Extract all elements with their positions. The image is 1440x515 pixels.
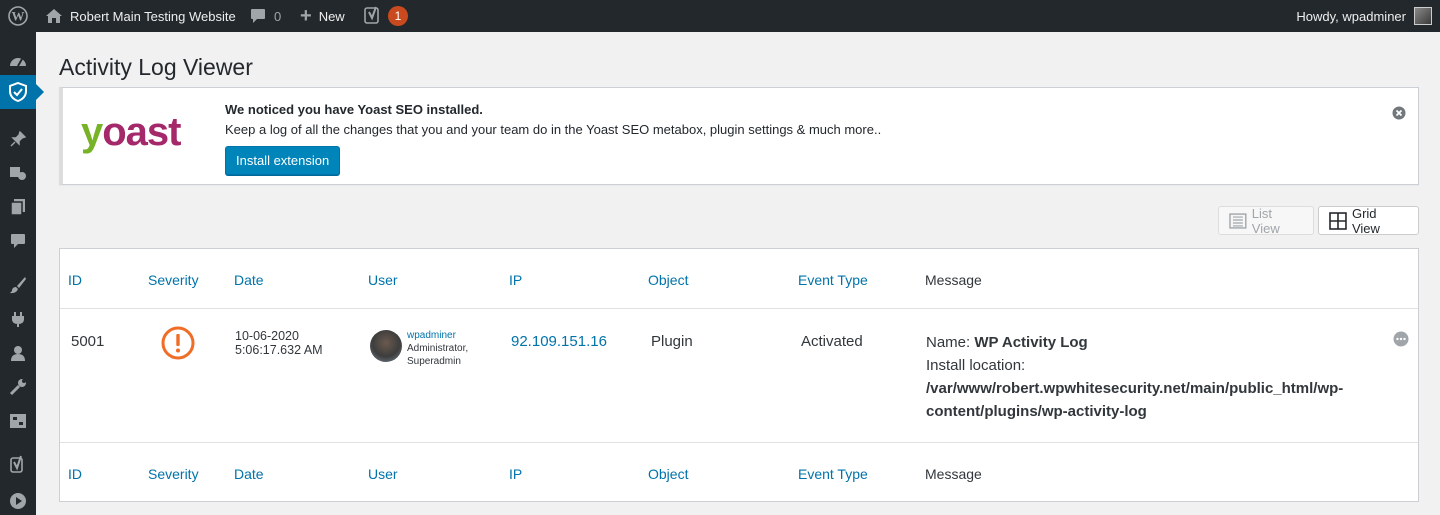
event-object: Plugin [651, 333, 693, 350]
event-id: 5001 [71, 333, 105, 350]
sidebar-item-tools[interactable] [0, 370, 36, 404]
new-content-button[interactable]: + New [300, 0, 345, 32]
sidebar-item-plugins[interactable] [0, 302, 36, 336]
wordpress-icon: W [8, 6, 28, 26]
comments-icon [11, 234, 25, 248]
user-name-link[interactable]: wpadminer [407, 329, 468, 342]
site-name: Robert Main Testing Website [70, 8, 236, 24]
footer-severity[interactable]: Severity [148, 466, 199, 482]
plus-icon: + [300, 5, 312, 27]
footer-ip[interactable]: IP [509, 466, 522, 482]
ip-link[interactable]: 92.109.151.16 [511, 333, 607, 350]
user-icon [11, 346, 25, 361]
sidebar-item-pages[interactable] [0, 190, 36, 224]
footer-object[interactable]: Object [648, 466, 688, 482]
user-role: Administrator, [407, 343, 469, 354]
sidebar-item-dashboard[interactable] [0, 43, 36, 77]
brush-icon [10, 277, 26, 294]
header-severity[interactable]: Severity [148, 272, 199, 288]
message-location-value: /var/www/robert.wpwhitesecurity.net/main… [926, 380, 1344, 420]
yoast-notice: yoast We noticed you have Yoast SEO inst… [59, 87, 1419, 185]
plugin-icon [12, 312, 24, 327]
yoast-icon [10, 455, 23, 473]
event-message: Name: WP Activity Log Install location: … [926, 331, 1376, 423]
table-footer-row: ID Severity Date User IP Object Event Ty… [60, 442, 1418, 502]
date-value: 10-06-2020 [235, 329, 299, 343]
time-value: 5:06:17.632 AM [235, 343, 323, 357]
avatar [370, 330, 402, 362]
shield-icon [9, 82, 27, 102]
comment-icon [251, 9, 265, 23]
event-date: 10-06-2020 5:06:17.632 AM [235, 329, 323, 357]
grid-icon [1329, 211, 1347, 230]
sidebar-item-comments[interactable] [0, 224, 36, 258]
my-account-menu[interactable]: Howdy, wpadminer [1296, 0, 1432, 32]
header-id[interactable]: ID [68, 272, 82, 288]
footer-date[interactable]: Date [234, 466, 264, 482]
grid-view-label: Grid View [1351, 205, 1380, 236]
sidebar-item-collapse[interactable] [0, 484, 36, 515]
sidebar-item-users[interactable] [0, 336, 36, 370]
pin-icon [10, 131, 26, 147]
table-header-row: ID Severity Date User IP Object Event Ty… [60, 249, 1418, 309]
notice-text: Keep a log of all the changes that you a… [225, 122, 882, 137]
wrench-icon [9, 379, 26, 396]
message-name-value: WP Activity Log [974, 334, 1088, 351]
footer-user[interactable]: User [368, 466, 398, 482]
dashboard-icon [10, 58, 26, 67]
new-label: New [318, 8, 345, 24]
footer-id[interactable]: ID [68, 466, 82, 482]
event-type: Activated [801, 333, 863, 350]
header-date[interactable]: Date [234, 272, 264, 288]
severity-icon [161, 326, 195, 364]
home-icon [46, 9, 62, 23]
event-user: wpadminer Administrator, Superadmin [370, 329, 468, 368]
page-title: Activity Log Viewer [59, 54, 253, 80]
sidebar-item-yoast[interactable] [0, 448, 36, 482]
more-options-icon[interactable] [1393, 331, 1409, 351]
svg-text:W: W [12, 9, 25, 24]
notification-badge: 1 [388, 6, 408, 26]
yoast-menu-button[interactable]: 1 [364, 0, 408, 32]
header-message: Message [925, 272, 982, 288]
install-extension-button[interactable]: Install extension [225, 146, 341, 175]
comments-link[interactable]: 0 [250, 0, 281, 32]
howdy-text: Howdy, wpadminer [1296, 8, 1406, 24]
pages-icon [10, 199, 25, 216]
header-user[interactable]: User [368, 272, 398, 288]
close-icon[interactable] [1392, 106, 1406, 120]
list-view-label: List View [1251, 205, 1280, 236]
grid-view-button[interactable]: Grid View [1318, 205, 1419, 236]
yoast-logo: yoast [81, 110, 182, 154]
list-view-button[interactable]: List View [1218, 205, 1314, 236]
message-name-label: Name: [926, 334, 975, 351]
message-location-label: Install location: [926, 357, 1026, 374]
notice-title: We noticed you have Yoast SEO installed. [225, 102, 483, 117]
sidebar-item-settings[interactable] [0, 404, 36, 438]
sidebar-item-media[interactable] [0, 156, 36, 190]
media-icon [10, 167, 26, 180]
admin-bar: W Robert Main Testing Website 0 + New 1 … [0, 0, 1440, 32]
header-object[interactable]: Object [648, 272, 688, 288]
sidebar-item-appearance[interactable] [0, 268, 36, 302]
avatar [1414, 7, 1432, 25]
list-icon [1229, 212, 1247, 229]
footer-message: Message [925, 466, 982, 482]
activity-log-table: ID Severity Date User IP Object Event Ty… [59, 248, 1419, 502]
play-circle-icon [10, 493, 26, 509]
header-event-type[interactable]: Event Type [798, 272, 868, 288]
settings-icon [10, 414, 26, 428]
header-ip[interactable]: IP [509, 272, 522, 288]
sidebar-item-activity-log[interactable] [0, 75, 44, 109]
sidebar-item-posts[interactable] [0, 122, 36, 156]
wordpress-logo-button[interactable]: W [8, 0, 28, 32]
yoast-icon [364, 6, 379, 24]
comments-count: 0 [274, 8, 282, 24]
admin-sidebar [0, 32, 44, 515]
user-role-secondary: Superadmin [407, 356, 461, 367]
site-name-link[interactable]: Robert Main Testing Website [46, 0, 236, 32]
footer-event-type[interactable]: Event Type [798, 466, 868, 482]
